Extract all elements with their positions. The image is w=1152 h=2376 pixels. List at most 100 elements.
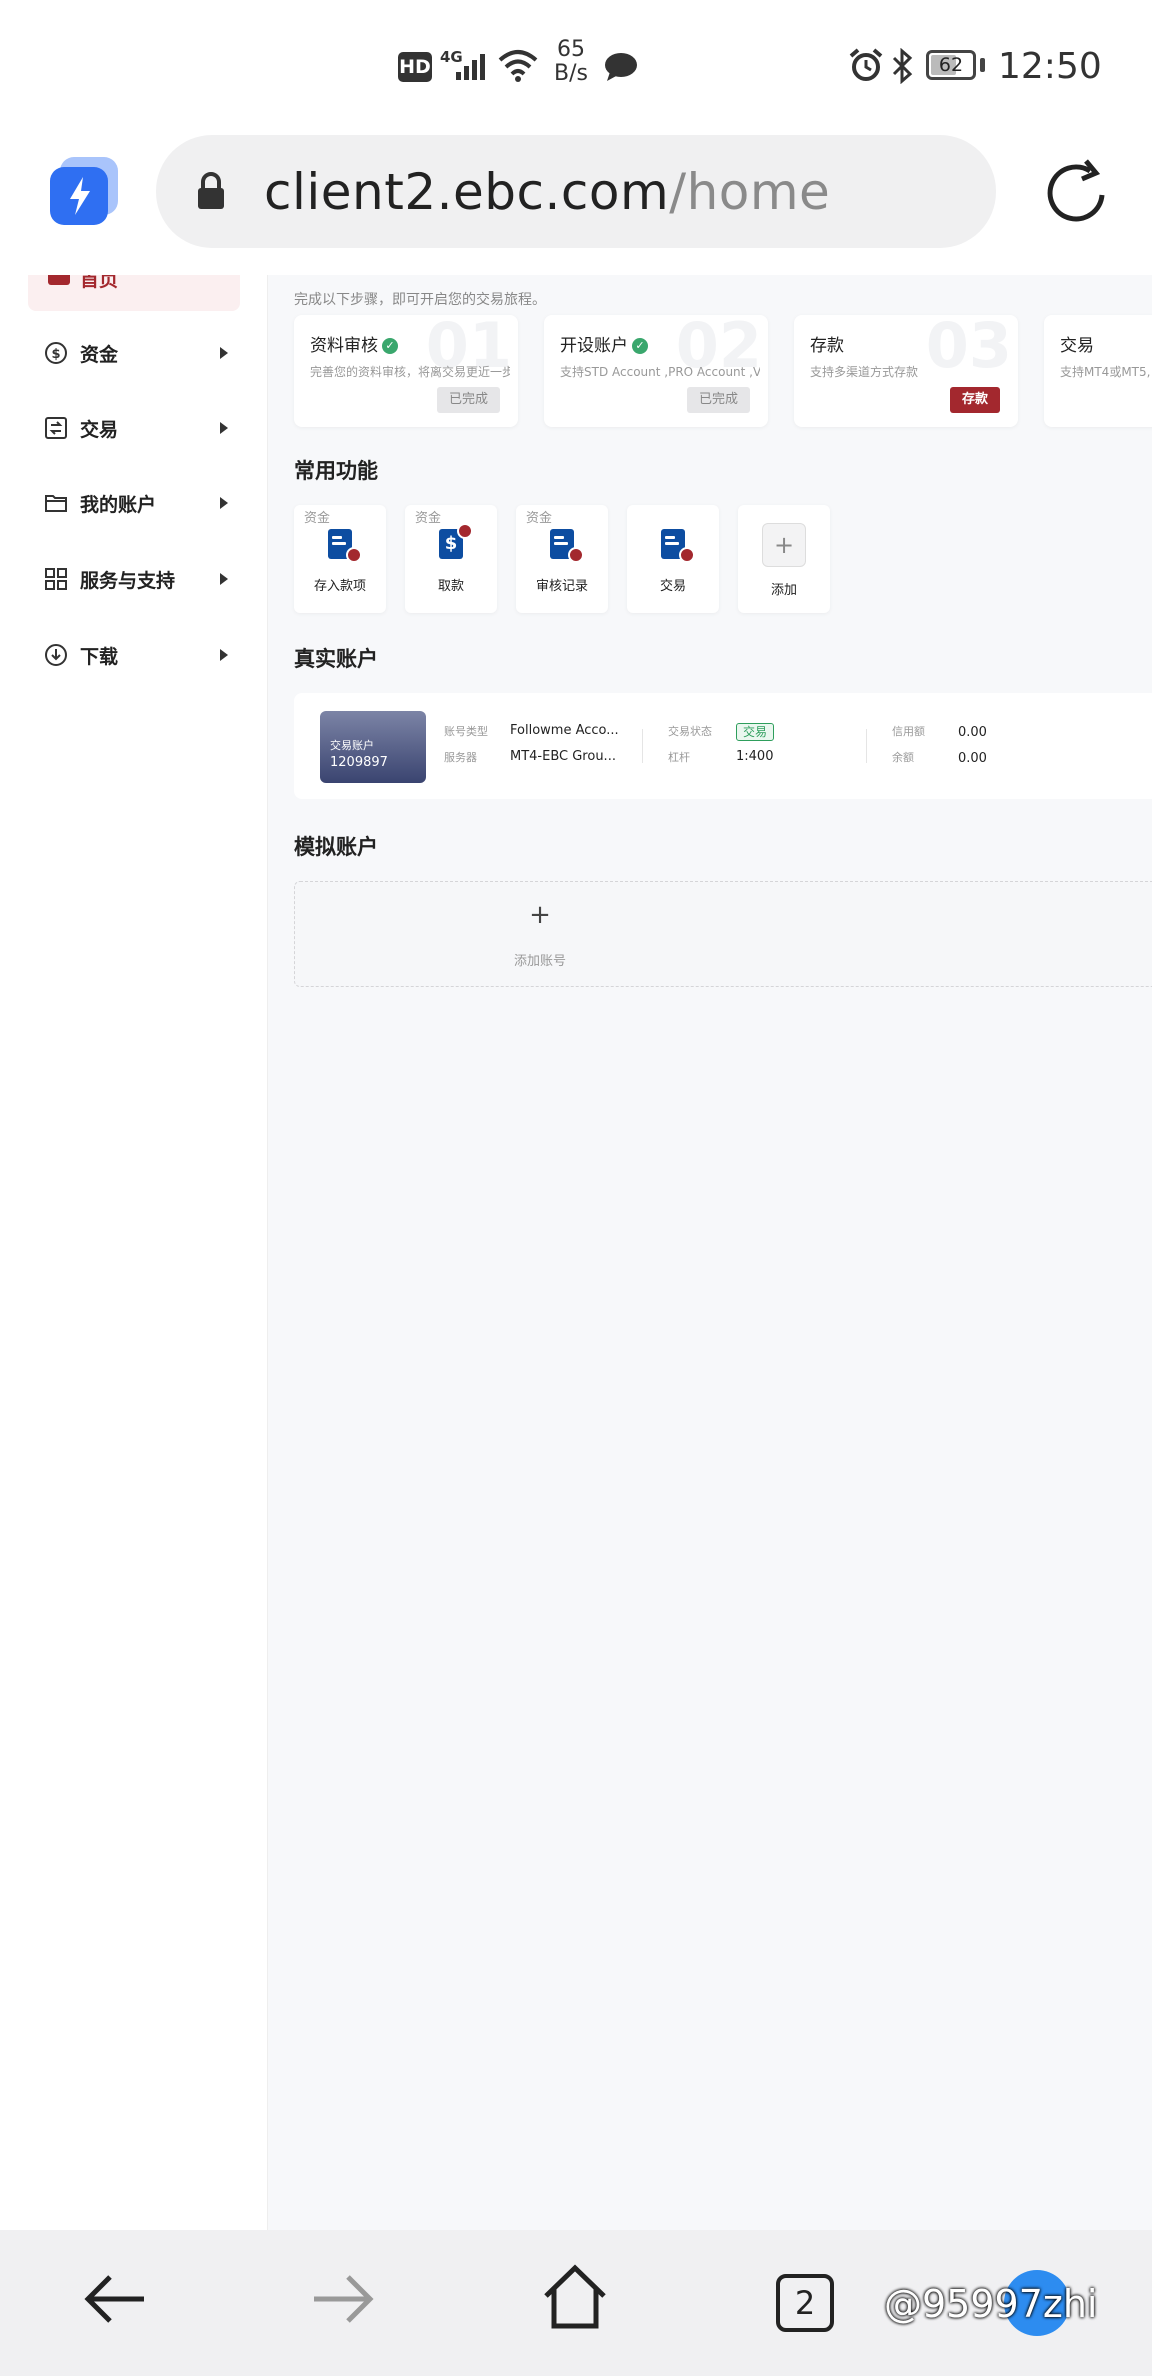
battery-icon: 62 — [926, 50, 976, 80]
badge-icon — [346, 547, 362, 563]
step-title: 交易 — [1060, 336, 1094, 356]
function-tag: 资金 — [415, 511, 442, 526]
sidebar-item-label: 资金 — [80, 344, 119, 366]
account-type-value: Followme Acco... — [510, 723, 619, 738]
speed-value: 65 — [557, 37, 585, 62]
step-description: 支持MT4或MT5, — [1060, 365, 1151, 379]
lock-icon — [198, 172, 224, 209]
common-functions-title: 常用功能 — [294, 459, 378, 483]
dollar-icon: $ — [45, 342, 67, 364]
app-logo-icon[interactable] — [46, 155, 122, 231]
browser-nav-bar: 2 @95997zhi — [0, 2230, 1152, 2376]
sidebar-item-label: 首页 — [80, 275, 119, 291]
divider — [866, 729, 867, 763]
function-trade[interactable]: 交易 — [627, 505, 719, 613]
grid-icon — [45, 568, 67, 590]
home-icon[interactable] — [540, 2262, 610, 2332]
svg-text:$: $ — [51, 347, 60, 362]
account-number: 1209897 — [330, 755, 388, 770]
step-card-verification[interactable]: 01 资料审核 ✓ 完善您的资料审核，将离交易更近一步 已完成 — [294, 315, 518, 427]
credit-value: 0.00 — [958, 725, 987, 740]
leverage-label: 杠杆 — [668, 751, 690, 764]
battery-level: 62 — [938, 54, 964, 76]
step-description: 支持多渠道方式存款 — [810, 365, 919, 379]
function-withdraw[interactable]: 资金 $ 取款 — [405, 505, 497, 613]
function-label: 审核记录 — [535, 579, 588, 594]
battery-cap — [980, 58, 985, 72]
add-demo-account-button[interactable]: + 添加账号 — [294, 881, 1152, 987]
sidebar-item-label: 服务与支持 — [80, 570, 176, 592]
minus-badge-icon — [457, 523, 473, 539]
add-account-label: 添加账号 — [513, 954, 566, 969]
balance-value: 0.00 — [958, 751, 987, 766]
step-title-text: 资料审核 — [310, 336, 378, 356]
function-label: 交易 — [659, 579, 686, 594]
function-tag: 资金 — [304, 511, 331, 526]
step-description: 支持STD Account ,PRO Account ,Vi... — [560, 365, 760, 379]
function-tag: 资金 — [526, 511, 553, 526]
sidebar-item-download[interactable]: 下载 — [44, 635, 240, 675]
function-label: 取款 — [437, 579, 464, 594]
badge-icon — [679, 547, 695, 563]
folder-icon — [45, 495, 67, 512]
step-title-text: 开设账户 — [560, 336, 628, 356]
caret-right-icon — [220, 422, 228, 434]
step-card-open-account[interactable]: 02 开设账户 ✓ 支持STD Account ,PRO Account ,Vi.… — [544, 315, 768, 427]
account-card-title: 交易账户 — [330, 739, 374, 752]
sidebar-item-funds[interactable]: $ 资金 — [44, 333, 240, 373]
completed-badge: 已完成 — [436, 387, 500, 413]
url-text[interactable]: client2.ebc.com/home — [264, 163, 830, 221]
step-card-trade[interactable]: 04 交易 支持MT4或MT5, — [1044, 315, 1152, 427]
step-title: 开设账户 ✓ — [560, 331, 648, 356]
page-content: 首页 $ 资金 交易 我的账户 服务与支持 下载 完成以下步骤，即可开启您的交易… — [0, 275, 1152, 2230]
completed-badge: 已完成 — [686, 387, 750, 413]
caret-right-icon — [220, 497, 228, 509]
main-content: 完成以下步骤，即可开启您的交易旅程。 01 资料审核 ✓ 完善您的资料审核，将离交… — [268, 275, 1152, 2230]
signal-icon — [456, 54, 485, 80]
steps-subtitle: 完成以下步骤，即可开启您的交易旅程。 — [294, 292, 546, 308]
real-account-panel[interactable]: 交易账户 1209897 账号类型 Followme Acco... 服务器 M… — [294, 693, 1152, 799]
sidebar-item-label: 下载 — [80, 646, 119, 668]
tabs-button[interactable]: 2 — [776, 2274, 834, 2332]
step-title: 资料审核 ✓ — [310, 331, 398, 356]
bluetooth-icon — [892, 48, 913, 84]
sidebar-item-my-account[interactable]: 我的账户 — [44, 483, 240, 523]
network-speed: 65 B/s — [552, 38, 590, 86]
function-audit-records[interactable]: 资金 审核记录 — [516, 505, 608, 613]
function-deposit[interactable]: 资金 存入款项 — [294, 505, 386, 613]
message-icon — [605, 53, 637, 81]
back-icon[interactable] — [82, 2266, 148, 2332]
watermark-text: @95997zhi — [884, 2282, 1098, 2326]
hd-indicator: HD — [398, 52, 432, 82]
url-host: client2.ebc.com — [264, 163, 670, 221]
plus-icon: + — [529, 900, 551, 930]
function-label: 添加 — [770, 583, 797, 598]
address-bar[interactable]: client2.ebc.com/home — [156, 135, 996, 248]
caret-right-icon — [220, 649, 228, 661]
browser-toolbar: client2.ebc.com/home — [0, 135, 1152, 275]
function-add[interactable]: + 添加 — [738, 505, 830, 613]
caret-right-icon — [220, 573, 228, 585]
leverage-value: 1:400 — [736, 749, 774, 764]
clock: 12:50 — [998, 46, 1102, 87]
account-card[interactable]: 交易账户 1209897 — [320, 711, 426, 783]
reload-icon[interactable] — [1042, 157, 1114, 229]
forward-icon[interactable] — [310, 2266, 376, 2332]
sidebar-item-home[interactable]: 首页 — [28, 275, 240, 311]
clock-badge-icon — [568, 547, 584, 563]
sidebar-item-trade[interactable]: 交易 — [44, 408, 240, 448]
server-label: 服务器 — [444, 751, 477, 764]
deposit-button[interactable]: 存款 — [949, 387, 1000, 413]
demo-account-title: 模拟账户 — [294, 835, 378, 859]
exchange-icon — [45, 417, 67, 439]
trade-status-label: 交易状态 — [668, 725, 712, 738]
speed-unit: B/s — [554, 61, 588, 86]
sidebar-item-label: 我的账户 — [80, 494, 157, 516]
balance-label: 余额 — [892, 751, 914, 764]
sidebar-item-service[interactable]: 服务与支持 — [44, 559, 240, 599]
step-card-deposit[interactable]: 03 存款 支持多渠道方式存款 存款 — [794, 315, 1018, 427]
server-value: MT4-EBC Grou... — [510, 749, 616, 764]
real-account-title: 真实账户 — [294, 647, 378, 671]
check-icon: ✓ — [382, 338, 398, 354]
step-description: 完善您的资料审核，将离交易更近一步 — [310, 365, 510, 379]
